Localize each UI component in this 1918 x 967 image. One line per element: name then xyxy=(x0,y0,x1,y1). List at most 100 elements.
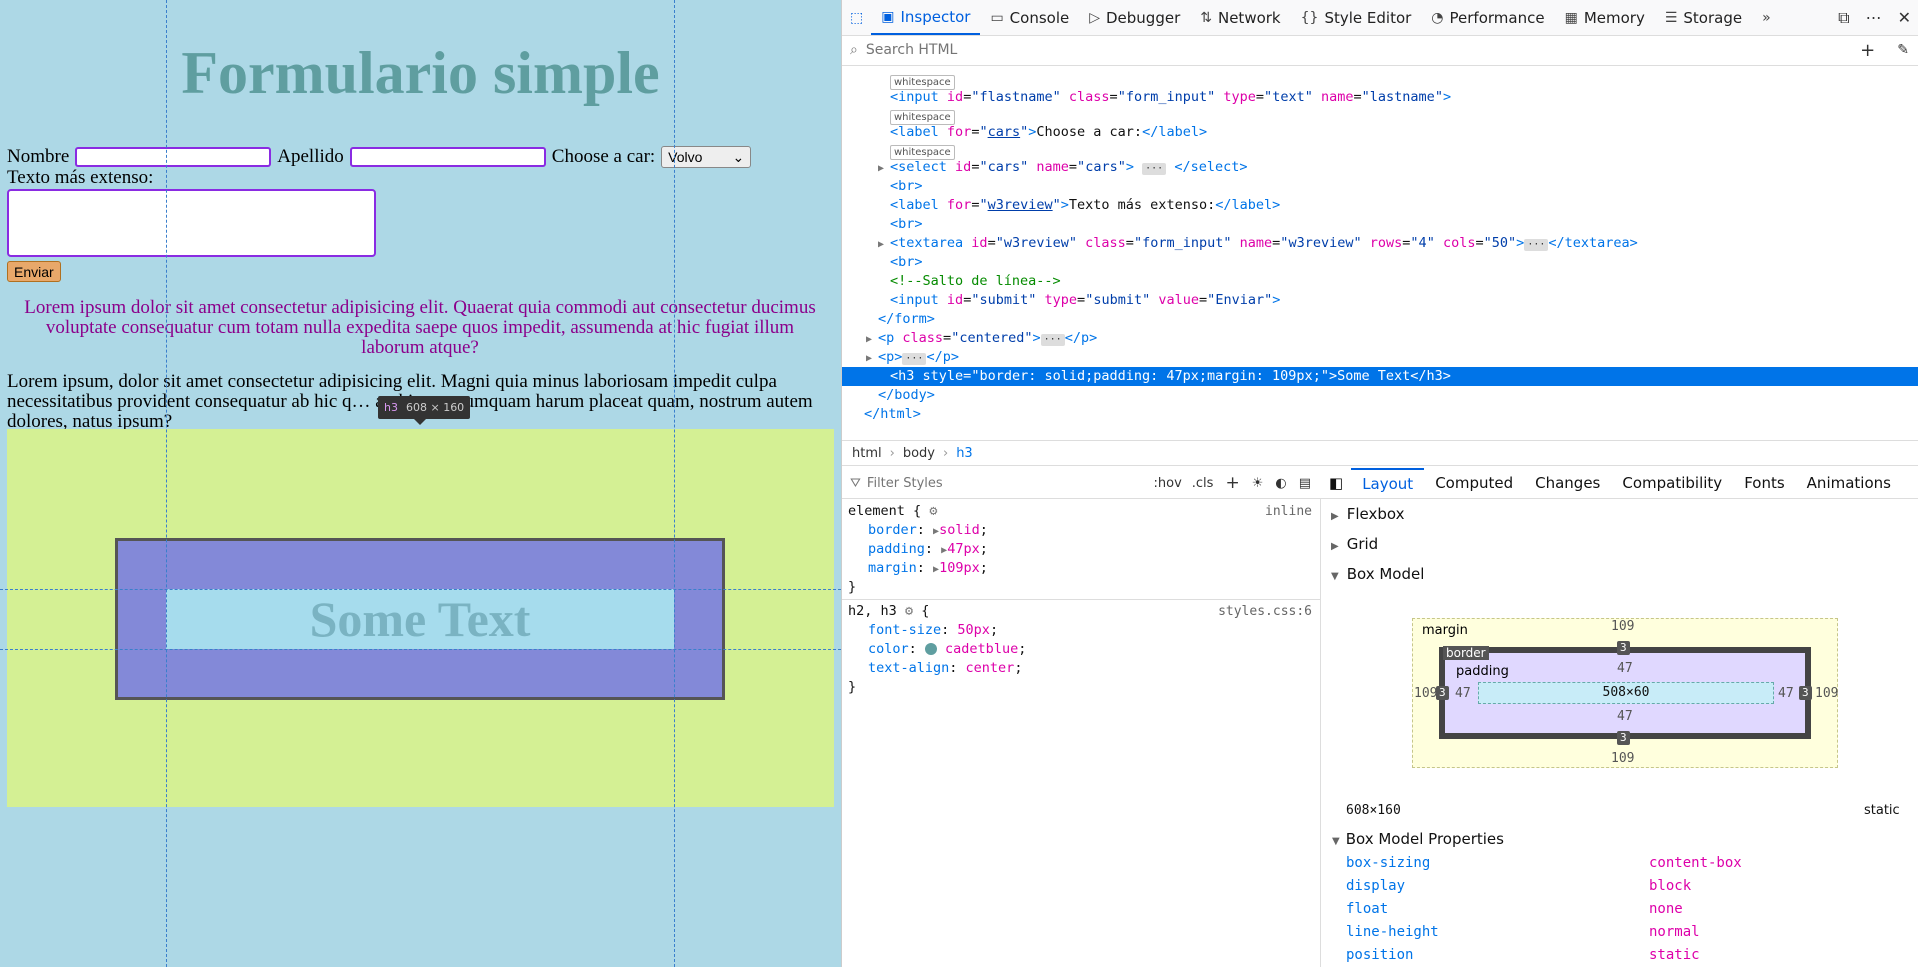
ellipsis-icon[interactable]: ··· xyxy=(902,353,927,365)
breadcrumb-html[interactable]: html xyxy=(852,446,882,461)
margin-top-value[interactable]: 109 xyxy=(1611,619,1634,634)
padding-bottom-value[interactable]: 47 xyxy=(1617,709,1633,724)
tab-performance[interactable]: ◔ Performance xyxy=(1421,0,1554,35)
padding-right-value[interactable]: 47 xyxy=(1778,686,1794,701)
gear-icon[interactable]: ⚙ xyxy=(905,603,913,619)
breadcrumb-h3[interactable]: h3 xyxy=(956,446,973,461)
border-right-value[interactable]: 3 xyxy=(1799,686,1812,700)
tab-inspector[interactable]: ▣ Inspector xyxy=(871,0,981,35)
markup-line[interactable]: <br> xyxy=(842,215,1918,234)
rule-property[interactable]: color: cadetblue; xyxy=(868,640,1026,659)
rule-property[interactable]: text-align: center; xyxy=(868,659,1022,678)
rule-property[interactable]: border: ▶solid; xyxy=(868,521,988,540)
tab-debugger[interactable]: ▷ Debugger xyxy=(1079,0,1190,35)
tab-computed[interactable]: Computed xyxy=(1424,468,1524,498)
margin-right-value[interactable]: 109 xyxy=(1815,686,1838,701)
border-top-value[interactable]: 3 xyxy=(1617,641,1630,655)
rule-property[interactable]: margin: ▶109px; xyxy=(868,559,988,578)
tab-compatibility[interactable]: Compatibility xyxy=(1611,468,1733,498)
h3-heading[interactable]: Some Text xyxy=(166,589,674,649)
tab-animations[interactable]: Animations xyxy=(1796,468,1902,498)
markup-line[interactable]: <!--Salto de línea--> xyxy=(842,272,1918,291)
markup-line[interactable]: </form> xyxy=(842,310,1918,329)
margin-left-value[interactable]: 109 xyxy=(1414,686,1437,701)
ellipsis-icon[interactable]: ··· xyxy=(1524,239,1549,251)
section-flexbox[interactable]: ▶ Flexbox xyxy=(1331,502,1404,526)
padding-left-value[interactable]: 47 xyxy=(1455,686,1471,701)
eyedropper-icon[interactable]: ✎ xyxy=(1897,42,1909,58)
border-left-value[interactable]: 3 xyxy=(1436,686,1449,700)
markup-line[interactable]: ▶ <select id="cars" name="cars"> ··· </se… xyxy=(842,158,1918,177)
attr-link[interactable]: cars xyxy=(988,124,1021,140)
markup-line[interactable]: <label for="w3review">Texto más extenso:… xyxy=(842,196,1918,215)
tab-changes[interactable]: Changes xyxy=(1524,468,1611,498)
markup-line[interactable]: ▶ <p class="centered"> ··· </p> xyxy=(842,329,1918,348)
attr-value: cars xyxy=(1085,159,1118,175)
review-textarea[interactable] xyxy=(7,189,376,257)
apellido-input[interactable] xyxy=(349,147,546,167)
markup-line[interactable]: </body> xyxy=(842,386,1918,405)
tab-style-editor[interactable]: {} Style Editor xyxy=(1291,0,1422,35)
breadcrumb-body[interactable]: body xyxy=(903,446,935,461)
hov-button[interactable]: :hov xyxy=(1154,476,1182,491)
expand-triangle-icon[interactable]: ▶ xyxy=(878,235,890,254)
markup-line[interactable]: </html> xyxy=(842,405,1918,424)
section-box-model[interactable]: ▼ Box Model xyxy=(1331,562,1424,586)
label-textarea: Texto más extenso: xyxy=(7,167,154,188)
tab-network[interactable]: ⇅ Network xyxy=(1190,0,1290,35)
add-rule-icon[interactable]: + xyxy=(1225,473,1239,493)
rule-property[interactable]: font-size: 50px; xyxy=(868,621,998,640)
element-position: static xyxy=(1864,803,1900,818)
rule-property[interactable]: padding: ▶47px; xyxy=(868,540,988,559)
element-picker-button[interactable]: ⬚ xyxy=(842,0,871,35)
markup-line[interactable]: ▶ <textarea id="w3review" class="form_inp… xyxy=(842,234,1918,253)
guide-line-right xyxy=(674,0,675,967)
dock-icon[interactable]: ⧉ xyxy=(1838,8,1849,28)
markup-line[interactable]: <label for="cars">Choose a car:</label> xyxy=(842,123,1918,142)
more-options-icon[interactable]: ⋯ xyxy=(1866,8,1882,27)
label-apellido: Apellido xyxy=(277,146,344,167)
markup-line[interactable]: <input id="submit" type="submit" value="… xyxy=(842,291,1918,310)
close-icon[interactable]: ✕ xyxy=(1898,8,1911,27)
attr-value: form_input xyxy=(1142,235,1224,251)
print-media-icon[interactable]: ▤ xyxy=(1299,476,1311,491)
light-mode-icon[interactable]: ☀ xyxy=(1252,476,1264,491)
chevron-right-icon: › xyxy=(889,445,895,461)
filter-styles-input[interactable] xyxy=(864,474,1154,492)
sidebar-tabs: ◧ Layout Computed Changes Compatibility … xyxy=(1321,468,1918,499)
border-bottom-value[interactable]: 3 xyxy=(1617,731,1630,745)
ellipsis-icon[interactable]: ··· xyxy=(1040,334,1065,346)
margin-bottom-value[interactable]: 109 xyxy=(1611,751,1634,766)
tab-storage[interactable]: ☰ Storage xyxy=(1655,0,1752,35)
section-grid[interactable]: ▶ Grid xyxy=(1331,532,1378,556)
add-node-icon[interactable]: + xyxy=(1860,40,1875,61)
submit-button[interactable]: Enviar xyxy=(7,261,61,282)
tab-memory[interactable]: ▦ Memory xyxy=(1555,0,1655,35)
nombre-input[interactable] xyxy=(75,147,272,167)
padding-top-value[interactable]: 47 xyxy=(1617,661,1633,676)
ellipsis-icon[interactable]: ··· xyxy=(1142,163,1167,175)
breadcrumb: html › body › h3 xyxy=(842,440,1918,466)
markup-line[interactable]: <br> xyxy=(842,177,1918,196)
expand-triangle-icon[interactable]: ▶ xyxy=(878,159,890,178)
attr-link[interactable]: w3review xyxy=(988,197,1053,213)
expand-triangle-icon[interactable]: ▶ xyxy=(866,330,878,349)
markup-line-selected[interactable]: <h3 style="border: solid;padding: 47px;m… xyxy=(842,367,1918,386)
tab-fonts[interactable]: Fonts xyxy=(1733,468,1795,498)
toggle-panel-icon[interactable]: ◧ xyxy=(1321,468,1351,498)
expand-triangle-icon[interactable]: ▶ xyxy=(866,349,878,368)
tab-layout[interactable]: Layout xyxy=(1351,468,1425,498)
gear-icon[interactable]: ⚙ xyxy=(929,503,937,519)
color-swatch[interactable] xyxy=(924,643,937,655)
box-model-content[interactable]: 508×60 xyxy=(1478,682,1774,704)
section-box-model-properties[interactable]: ▼ Box Model Properties xyxy=(1332,827,1504,851)
rule-source-link[interactable]: styles.css:6 xyxy=(1218,602,1312,621)
cls-button[interactable]: .cls xyxy=(1192,476,1214,491)
markup-line[interactable]: <input id="flastname" class="form_input"… xyxy=(842,88,1918,107)
search-html-input[interactable] xyxy=(863,37,1861,63)
more-tabs-button[interactable]: » xyxy=(1752,0,1781,35)
tab-console[interactable]: ▭ Console xyxy=(980,0,1079,35)
markup-line[interactable]: <br> xyxy=(842,253,1918,272)
dark-mode-icon[interactable]: ◐ xyxy=(1275,476,1286,491)
markup-line[interactable]: ▶ <p> ··· </p> xyxy=(842,348,1918,367)
